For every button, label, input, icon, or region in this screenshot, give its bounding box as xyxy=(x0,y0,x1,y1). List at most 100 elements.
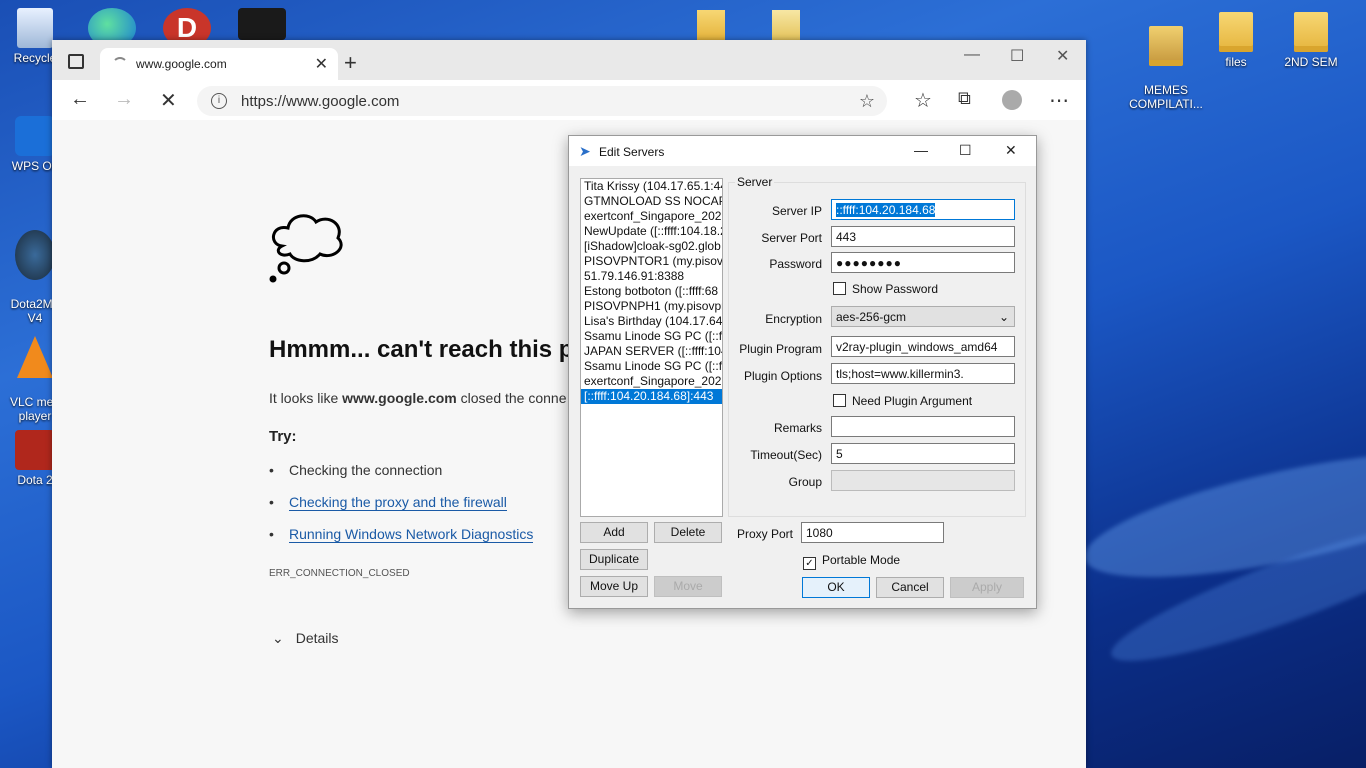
forward-icon[interactable]: → xyxy=(114,88,134,111)
proxy-port-field[interactable]: 1080 xyxy=(801,522,944,543)
move-down-button[interactable]: Move xyxy=(654,576,722,597)
add-favorite-icon[interactable]: ☆ xyxy=(859,91,875,112)
timeout-field[interactable]: 5 xyxy=(831,443,1015,464)
address-url[interactable]: https://www.google.com xyxy=(241,93,399,110)
browser-titlebar: www.google.com ✕ + — ☐ ✕ xyxy=(52,40,1086,80)
server-list-item[interactable]: exertconf_Singapore_2021 xyxy=(581,374,722,389)
apply-button[interactable]: Apply xyxy=(950,577,1024,598)
group-field[interactable] xyxy=(831,470,1015,491)
new-tab-icon[interactable]: + xyxy=(344,50,357,76)
browser-toolbar: ← → ✕ i https://www.google.com ☆ ☆ ⧉ ⋯ xyxy=(52,80,1086,121)
maximize-icon[interactable]: ☐ xyxy=(959,142,972,159)
need-plugin-argument-checkbox[interactable]: Need Plugin Argument xyxy=(833,394,972,408)
minimize-icon[interactable]: — xyxy=(964,46,980,64)
folder-icon[interactable] xyxy=(697,10,725,40)
dota2mod-icon xyxy=(15,230,55,280)
remarks-label: Remarks xyxy=(773,421,822,435)
desktop-icon-files[interactable]: files xyxy=(1201,12,1271,69)
site-info-icon[interactable]: i xyxy=(211,93,227,109)
dota2-icon xyxy=(15,430,55,470)
move-up-button[interactable]: Move Up xyxy=(580,576,648,597)
server-list-item[interactable]: Lisa's Birthday (104.17.64.5 xyxy=(581,314,722,329)
recycle-bin-icon xyxy=(17,8,53,48)
password-field[interactable]: ●●●●●●●● xyxy=(831,252,1015,273)
checkbox-box xyxy=(833,282,846,295)
server-list-item[interactable]: [iShadow]cloak-sg02.glob xyxy=(581,239,722,254)
show-password-checkbox[interactable]: Show Password xyxy=(833,282,938,296)
ok-button[interactable]: OK xyxy=(802,577,870,598)
encryption-label: Encryption xyxy=(765,312,822,326)
profile-avatar-icon[interactable] xyxy=(1002,90,1022,110)
server-list-item[interactable]: [::ffff:104.20.184.68]:443 xyxy=(581,389,722,404)
error-text-prefix: It looks like xyxy=(269,390,343,406)
close-window-icon[interactable]: ✕ xyxy=(1056,46,1069,66)
maximize-icon[interactable]: ☐ xyxy=(1010,46,1024,66)
plugin-program-label: Plugin Program xyxy=(739,342,822,356)
dialog-title: Edit Servers xyxy=(599,145,665,159)
plugin-program-field[interactable]: v2ray-plugin_windows_amd64 xyxy=(831,336,1015,357)
server-list-item[interactable]: 51.79.146.91:8388 xyxy=(581,269,722,284)
folder-icon[interactable] xyxy=(772,10,800,40)
duplicate-button[interactable]: Duplicate xyxy=(580,549,648,570)
server-list-item[interactable]: NewUpdate ([::ffff:104.18.2 xyxy=(581,224,722,239)
server-list-item[interactable]: JAPAN SERVER ([::ffff:104 xyxy=(581,344,722,359)
encryption-select[interactable]: aes-256-gcm ⌄ xyxy=(831,306,1015,327)
minimize-icon[interactable]: — xyxy=(914,142,928,158)
dialog-titlebar: ➤ Edit Servers — ☐ ✕ xyxy=(569,136,1036,166)
back-icon[interactable]: ← xyxy=(70,88,90,111)
garena-icon[interactable] xyxy=(238,8,286,40)
details-label: Details xyxy=(295,630,339,646)
stop-icon[interactable]: ✕ xyxy=(160,88,177,113)
password-label: Password xyxy=(769,257,822,271)
server-list-item[interactable]: Tita Krissy (104.17.65.1:443) xyxy=(581,179,722,194)
portable-mode-checkbox[interactable]: ✓ Portable Mode xyxy=(803,553,900,570)
server-ip-field[interactable]: ::ffff:104.20.184.68 xyxy=(831,199,1015,220)
server-port-field[interactable]: 443 xyxy=(831,226,1015,247)
server-port-label: Server Port xyxy=(761,231,822,245)
chevron-down-icon: ⌄ xyxy=(998,310,1009,324)
server-list-item[interactable]: exertconf_Singapore_2021 xyxy=(581,209,722,224)
edit-servers-dialog: ➤ Edit Servers — ☐ ✕ Tita Krissy (104.17… xyxy=(568,135,1037,609)
error-description: It looks like www.google.com closed the … xyxy=(269,390,567,406)
server-ip-value: ::ffff:104.20.184.68 xyxy=(836,203,936,217)
need-plugin-argument-label: Need Plugin Argument xyxy=(852,394,973,408)
memes-folder-icon xyxy=(1149,26,1183,66)
server-list-item[interactable]: Estong botboton ([::ffff:68 xyxy=(581,284,722,299)
desktop-icon-memes[interactable]: MEMES COMPILATI... xyxy=(1126,12,1206,125)
error-code: ERR_CONNECTION_CLOSED xyxy=(269,568,410,579)
server-list-item[interactable]: PISOVPNPH1 (my.pisovpn xyxy=(581,299,722,314)
server-list[interactable]: Tita Krissy (104.17.65.1:443) GTMNOLOAD S… xyxy=(580,178,723,517)
tab-actions-icon[interactable] xyxy=(68,54,84,69)
add-button[interactable]: Add xyxy=(580,522,648,543)
try-heading: Try: xyxy=(269,428,297,445)
remarks-field[interactable] xyxy=(831,416,1015,437)
files-folder-icon xyxy=(1219,12,1253,52)
network-diagnostics-link[interactable]: Running Windows Network Diagnostics xyxy=(289,526,534,543)
cancel-button[interactable]: Cancel xyxy=(876,577,944,598)
server-list-item[interactable]: Ssamu Linode SG PC ([::fff xyxy=(581,359,722,374)
desktop-icon-label: files xyxy=(1225,55,1247,69)
proxy-firewall-link[interactable]: Checking the proxy and the firewall xyxy=(289,494,507,511)
desktop-icon-2nd-sem[interactable]: 2ND SEM xyxy=(1276,12,1346,69)
server-group-label: Server xyxy=(735,175,775,189)
suggestion-text: Checking the connection xyxy=(289,462,443,478)
close-tab-icon[interactable]: ✕ xyxy=(315,54,328,74)
address-bar[interactable]: i https://www.google.com ☆ xyxy=(197,86,887,116)
details-toggle[interactable]: ⌄ Details xyxy=(272,630,339,647)
favorites-icon[interactable]: ☆ xyxy=(914,88,932,113)
suggestion-item: • Checking the connection xyxy=(269,462,443,478)
server-list-item[interactable]: PISOVPNTOR1 (my.pisovp xyxy=(581,254,722,269)
suggestion-item: • Checking the proxy and the firewall xyxy=(269,494,507,511)
close-dialog-icon[interactable]: ✕ xyxy=(1005,142,1017,159)
collections-icon[interactable]: ⧉ xyxy=(958,88,971,109)
paper-plane-icon: ➤ xyxy=(579,143,591,159)
2nd-sem-folder-icon xyxy=(1294,12,1328,52)
checkbox-box xyxy=(833,394,846,407)
server-list-item[interactable]: Ssamu Linode SG PC ([::fff xyxy=(581,329,722,344)
server-list-item[interactable]: GTMNOLOAD SS NOCAP I xyxy=(581,194,722,209)
plugin-options-field[interactable]: tls;host=www.killermin3. xyxy=(831,363,1015,384)
error-text-domain: www.google.com xyxy=(342,390,457,406)
more-options-icon[interactable]: ⋯ xyxy=(1049,88,1069,113)
suggestion-item: • Running Windows Network Diagnostics xyxy=(269,526,534,543)
browser-tab[interactable]: www.google.com ✕ xyxy=(100,48,338,80)
